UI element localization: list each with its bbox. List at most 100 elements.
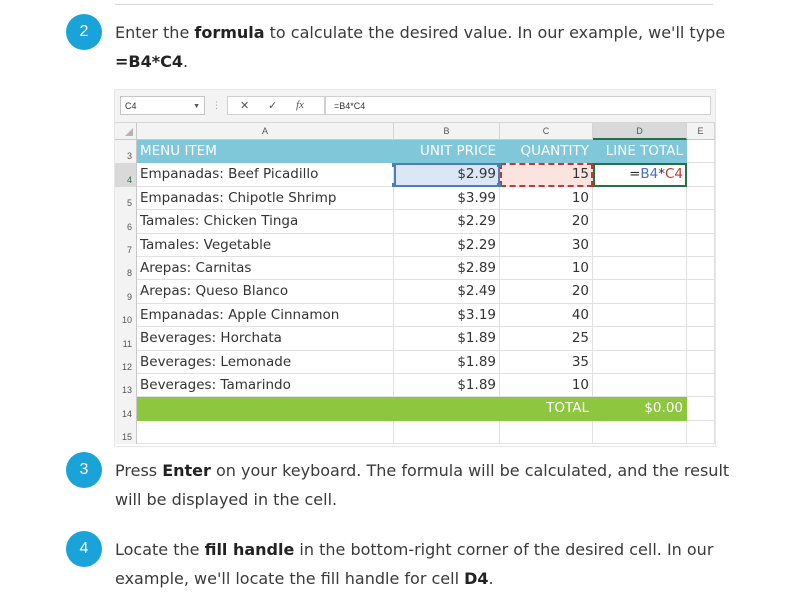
name-box[interactable]: C4 ▼ (120, 96, 205, 115)
cell[interactable] (687, 186, 715, 211)
column-header-a[interactable]: A (137, 123, 394, 140)
item-name-cell[interactable]: Arepas: Carnitas (137, 257, 394, 281)
total-row-cell[interactable] (137, 397, 394, 421)
select-all-corner[interactable] (115, 123, 137, 140)
cell[interactable] (687, 397, 715, 421)
unit-price-cell[interactable]: $3.19 (394, 303, 500, 328)
cell[interactable] (394, 420, 500, 445)
cell[interactable] (500, 420, 593, 445)
cell[interactable] (687, 280, 715, 304)
selection-handle[interactable] (497, 163, 501, 168)
unit-price-cell[interactable]: $3.99 (394, 186, 500, 211)
item-name-cell[interactable]: Beverages: Tamarindo (137, 374, 394, 398)
item-name-cell[interactable]: Empanadas: Chipotle Shrimp (137, 186, 394, 211)
row-header[interactable]: 10 (115, 303, 137, 328)
row-header[interactable]: 11 (115, 327, 137, 351)
line-total-cell[interactable] (593, 257, 687, 281)
selection-handle[interactable] (392, 163, 396, 168)
line-total-cell[interactable]: =B4*C4 (593, 163, 687, 187)
header-cell-unit-price[interactable]: UNIT PRICE (394, 140, 500, 164)
quantity-cell[interactable]: 10 (500, 374, 593, 398)
row-header[interactable]: 7 (115, 233, 137, 257)
cell[interactable] (593, 420, 687, 445)
header-cell-quantity[interactable]: QUANTITY (500, 140, 593, 164)
item-name-cell[interactable]: Arepas: Queso Blanco (137, 280, 394, 304)
column-header-b[interactable]: B (394, 123, 500, 140)
table-row: 3 MENU ITEM UNIT PRICE QUANTITY LINE TOTAL (115, 140, 715, 164)
line-total-cell[interactable] (593, 280, 687, 304)
cell[interactable] (687, 233, 715, 257)
formula-input[interactable]: =B4*C4 (325, 96, 711, 115)
unit-price-cell[interactable]: $2.49 (394, 280, 500, 304)
formula-bar: C4 ▼ ⋮ ✕ ✓ fx =B4*C4 (115, 90, 715, 123)
row-header[interactable]: 8 (115, 257, 137, 281)
item-name-cell[interactable]: Empanadas: Apple Cinnamon (137, 303, 394, 328)
line-total-cell[interactable] (593, 186, 687, 211)
quantity-cell[interactable]: 35 (500, 350, 593, 374)
table-row: 13 Beverages: Tamarindo $1.89 10 (115, 374, 715, 398)
item-name-cell[interactable]: Tamales: Vegetable (137, 233, 394, 257)
cell[interactable] (687, 257, 715, 281)
unit-price-cell[interactable]: $2.29 (394, 210, 500, 234)
line-total-cell[interactable] (593, 303, 687, 328)
line-total-cell[interactable] (593, 327, 687, 351)
cell[interactable] (687, 374, 715, 398)
total-row-cell[interactable] (394, 397, 500, 421)
column-header-d[interactable]: D (593, 123, 687, 140)
table-row: 12 Beverages: Lemonade $1.89 35 (115, 350, 715, 374)
quantity-cell[interactable]: 25 (500, 327, 593, 351)
column-header-e[interactable]: E (687, 123, 715, 140)
column-header-c[interactable]: C (500, 123, 593, 140)
unit-price-cell[interactable]: $1.89 (394, 327, 500, 351)
item-name-cell[interactable]: Beverages: Horchata (137, 327, 394, 351)
cell[interactable] (687, 327, 715, 351)
row-header[interactable]: 4 (115, 163, 137, 187)
row-header[interactable]: 13 (115, 374, 137, 398)
item-name-cell[interactable]: Tamales: Chicken Tinga (137, 210, 394, 234)
unit-price-cell[interactable]: $2.99 (394, 163, 500, 187)
header-cell-line-total[interactable]: LINE TOTAL (593, 140, 687, 164)
quantity-cell[interactable]: 40 (500, 303, 593, 328)
bold-term: =B4*C4 (115, 52, 183, 71)
line-total-cell[interactable] (593, 210, 687, 234)
unit-price-cell[interactable]: $2.89 (394, 257, 500, 281)
quantity-cell[interactable]: 15 (500, 163, 593, 187)
row-header[interactable]: 6 (115, 210, 137, 234)
chevron-down-icon[interactable]: ▼ (193, 97, 200, 116)
cancel-icon[interactable]: ✕ (240, 99, 249, 112)
row-header[interactable]: 12 (115, 350, 137, 374)
cell[interactable] (687, 210, 715, 234)
unit-price-cell[interactable]: $2.29 (394, 233, 500, 257)
line-total-cell[interactable] (593, 374, 687, 398)
insert-function-icon[interactable]: fx (296, 99, 304, 111)
line-total-cell[interactable] (593, 350, 687, 374)
cell[interactable] (687, 140, 715, 164)
enter-icon[interactable]: ✓ (268, 99, 277, 112)
row-header[interactable]: 14 (115, 397, 137, 421)
cell[interactable] (687, 303, 715, 328)
total-value-cell[interactable]: $0.00 (593, 397, 687, 421)
quantity-cell[interactable]: 10 (500, 186, 593, 211)
header-cell-menu-item[interactable]: MENU ITEM (137, 140, 394, 164)
unit-price-cell[interactable]: $1.89 (394, 374, 500, 398)
row-header[interactable]: 15 (115, 420, 137, 445)
quantity-cell[interactable]: 20 (500, 280, 593, 304)
item-name-cell[interactable]: Empanadas: Beef Picadillo (137, 163, 394, 187)
unit-price-cell[interactable]: $1.89 (394, 350, 500, 374)
line-total-cell[interactable] (593, 233, 687, 257)
table-row: 10 Empanadas: Apple Cinnamon $3.19 40 (115, 303, 715, 328)
cell[interactable] (137, 420, 394, 445)
step-3-text: Press Enter on your keyboard. The formul… (115, 456, 735, 514)
quantity-cell[interactable]: 30 (500, 233, 593, 257)
row-header[interactable]: 9 (115, 280, 137, 304)
item-name-cell[interactable]: Beverages: Lemonade (137, 350, 394, 374)
cell[interactable] (687, 163, 715, 187)
cell[interactable] (687, 350, 715, 374)
row-header[interactable]: 5 (115, 186, 137, 211)
table-row: 6 Tamales: Chicken Tinga $2.29 20 (115, 210, 715, 234)
row-header[interactable]: 3 (115, 140, 137, 164)
quantity-cell[interactable]: 20 (500, 210, 593, 234)
total-label-cell[interactable]: TOTAL (500, 397, 593, 421)
cell[interactable] (687, 420, 715, 445)
quantity-cell[interactable]: 10 (500, 257, 593, 281)
